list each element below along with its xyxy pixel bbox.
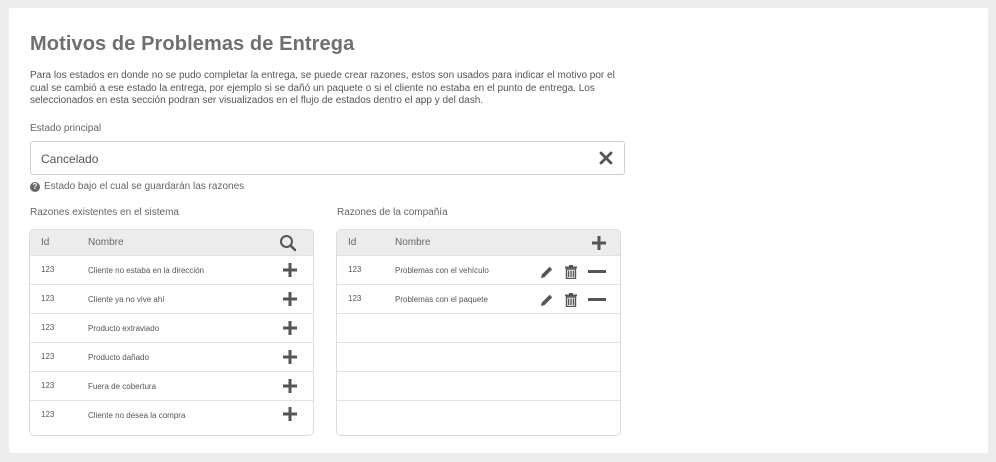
pencil-icon[interactable]: [540, 293, 554, 307]
row-id: 123: [41, 410, 55, 419]
existing-table-header: Id Nombre: [30, 230, 313, 255]
company-label: Razones de la compañía: [337, 207, 448, 218]
table-row: 123 Fuera de cobertura: [30, 371, 313, 400]
row-name: Problemas con el vehículo: [395, 266, 489, 275]
column-header-id: Id: [348, 237, 357, 248]
page-title: Motivos de Problemas de Entrega: [30, 33, 355, 55]
main-card: Motivos de Problemas de Entrega Para los…: [9, 8, 988, 453]
estado-select[interactable]: Cancelado: [30, 141, 625, 175]
empty-row: [337, 400, 620, 428]
table-row: 123 Producto dañado: [30, 342, 313, 371]
plus-icon[interactable]: [283, 350, 297, 364]
row-id: 123: [348, 294, 362, 303]
plus-icon[interactable]: [283, 263, 297, 277]
row-id: 123: [41, 352, 55, 361]
row-name: Cliente ya no vive ahí: [88, 295, 165, 304]
column-header-name: Nombre: [395, 237, 431, 248]
existing-label: Razones existentes en el sistema: [30, 207, 179, 218]
table-row: 123 Cliente no estaba en la dirección: [30, 255, 313, 284]
trash-icon[interactable]: [564, 293, 578, 307]
row-id: 123: [41, 265, 55, 274]
minus-icon[interactable]: [588, 270, 606, 273]
estado-value: Cancelado: [41, 152, 99, 166]
table-row: 123 Cliente ya no vive ahí: [30, 284, 313, 313]
row-id: 123: [348, 265, 362, 274]
table-row: 123 Producto extraviado: [30, 313, 313, 342]
plus-icon[interactable]: [283, 292, 297, 306]
row-name: Fuera de cobertura: [88, 382, 157, 391]
pencil-icon[interactable]: [540, 265, 554, 279]
column-header-id: Id: [41, 237, 50, 248]
plus-icon[interactable]: [592, 236, 606, 250]
close-icon[interactable]: [599, 151, 613, 165]
row-id: 123: [41, 323, 55, 332]
empty-row: [337, 313, 620, 342]
company-table: Id Nombre 123 Problemas con el vehículo …: [336, 229, 621, 436]
company-table-header: Id Nombre: [337, 230, 620, 255]
search-icon[interactable]: [279, 234, 297, 252]
empty-row: [337, 342, 620, 371]
table-row: 123 Cliente no desea la compra: [30, 400, 313, 428]
column-header-name: Nombre: [88, 237, 124, 248]
minus-icon[interactable]: [588, 298, 606, 301]
row-name: Cliente no estaba en la dirección: [88, 266, 205, 275]
trash-icon[interactable]: [564, 265, 578, 279]
row-name: Cliente no desea la compra: [88, 411, 186, 420]
row-name: Producto extraviado: [88, 324, 160, 333]
estado-hint: ? Estado bajo el cual se guardarán las r…: [30, 181, 244, 192]
estado-hint-text: Estado bajo el cual se guardarán las raz…: [44, 181, 245, 192]
page-description: Para los estados en donde no se pudo com…: [30, 70, 615, 106]
plus-icon[interactable]: [283, 379, 297, 393]
empty-row: [337, 371, 620, 400]
table-row: 123 Problemas con el paquete: [337, 284, 620, 313]
question-circle-icon: ?: [30, 181, 40, 192]
plus-icon[interactable]: [283, 321, 297, 335]
plus-icon[interactable]: [283, 407, 297, 421]
existing-table: Id Nombre 123 Cliente no estaba en la di…: [29, 229, 314, 436]
row-id: 123: [41, 381, 55, 390]
table-row: 123 Problemas con el vehículo: [337, 255, 620, 284]
estado-label: Estado principal: [30, 123, 102, 134]
row-id: 123: [41, 294, 55, 303]
row-name: Producto dañado: [88, 353, 149, 362]
row-name: Problemas con el paquete: [395, 295, 488, 304]
